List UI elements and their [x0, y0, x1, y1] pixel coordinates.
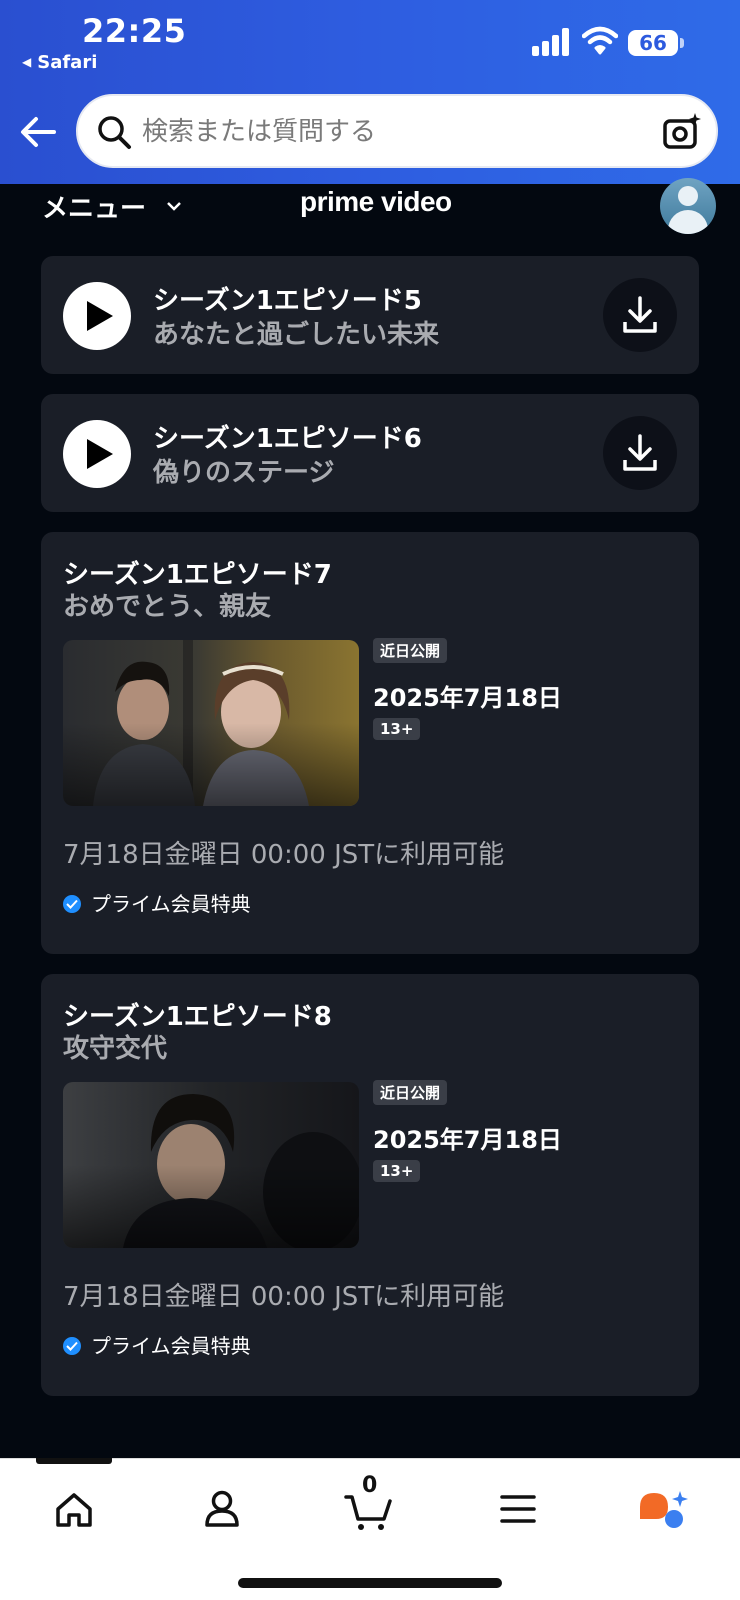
- rating-badge: 13+: [373, 718, 421, 740]
- home-icon: [56, 1493, 92, 1527]
- prime-benefit-label: プライム会員特典: [91, 892, 251, 916]
- chevron-down-icon: [167, 202, 181, 211]
- signal-icon: [532, 28, 569, 56]
- prime-video-nav: メニュー prime video: [0, 184, 740, 234]
- episode-card-8[interactable]: シーズン1エピソード8 攻守交代 近日公開 2025年7月18日 13+ 7月1…: [41, 974, 699, 1396]
- search-input[interactable]: [142, 112, 622, 152]
- episode-title: シーズン1エピソード5: [153, 286, 422, 316]
- prime-benefit: プライム会員特典: [63, 1330, 251, 1359]
- browser-header: 22:25 ◀ Safari 66: [0, 0, 740, 184]
- thumbnail-image: [63, 640, 359, 806]
- back-to-safari[interactable]: ◀ Safari: [22, 52, 97, 73]
- release-date: 2025年7月18日: [373, 684, 562, 712]
- check-icon: [63, 895, 81, 913]
- back-app-label: Safari: [37, 52, 98, 73]
- tab-home[interactable]: [44, 1479, 104, 1539]
- episode-card-5[interactable]: シーズン1エピソード5 あなたと過ごしたい未来: [41, 256, 699, 374]
- episode-subtitle: おめでとう、親友: [63, 592, 272, 622]
- avatar[interactable]: [660, 178, 716, 234]
- episode-card-7[interactable]: シーズン1エピソード7 おめでとう、親友 近日公開 2025年7月18日 13+…: [41, 532, 699, 954]
- home-indicator: [238, 1578, 502, 1588]
- prime-benefit: プライム会員特典: [63, 888, 251, 917]
- episode-subtitle: あなたと過ごしたい未来: [153, 320, 440, 350]
- tab-cart[interactable]: 0: [340, 1473, 400, 1539]
- account-icon: [205, 1490, 239, 1527]
- tab-menu[interactable]: [488, 1479, 548, 1539]
- download-button[interactable]: [603, 278, 677, 352]
- play-icon: [87, 301, 113, 331]
- episode-card-6[interactable]: シーズン1エピソード6 偽りのステージ: [41, 394, 699, 512]
- coming-soon-badge: 近日公開: [373, 1080, 448, 1105]
- play-button[interactable]: [63, 282, 131, 350]
- play-button[interactable]: [63, 420, 131, 488]
- rating-badge: 13+: [373, 1160, 421, 1182]
- download-icon: [623, 434, 657, 471]
- check-icon: [63, 1337, 81, 1355]
- prime-video-logo[interactable]: prime video: [300, 186, 452, 218]
- battery-tip: [680, 38, 684, 48]
- download-icon: [623, 296, 657, 333]
- menu-label: メニュー: [42, 194, 147, 224]
- search-box[interactable]: [76, 94, 718, 168]
- menu-icon: [500, 1495, 536, 1523]
- active-tab-indicator: [36, 1458, 112, 1464]
- menu-dropdown[interactable]: メニュー: [42, 188, 181, 225]
- status-time: 22:25: [82, 12, 187, 50]
- download-button[interactable]: [603, 416, 677, 490]
- episode-title: シーズン1エピソード6: [153, 424, 422, 454]
- cart-count: 0: [362, 1473, 378, 1498]
- camera-icon[interactable]: [662, 112, 702, 152]
- thumbnail-image: [63, 1082, 359, 1248]
- episode-subtitle: 攻守交代: [63, 1034, 168, 1064]
- episode-subtitle: 偽りのステージ: [153, 458, 335, 488]
- search-icon: [98, 116, 131, 149]
- battery-indicator: 66: [628, 30, 678, 56]
- episode-thumbnail[interactable]: [63, 1082, 359, 1248]
- tab-account[interactable]: [192, 1479, 252, 1539]
- wifi-icon: [582, 26, 618, 55]
- availability-text: 7月18日金曜日 00:00 JSTに利用可能: [63, 1282, 505, 1312]
- tab-rufus[interactable]: [636, 1479, 696, 1539]
- play-icon: [87, 439, 113, 469]
- episode-thumbnail[interactable]: [63, 640, 359, 806]
- prime-benefit-label: プライム会員特典: [91, 1334, 251, 1358]
- rufus-icon: [640, 1491, 688, 1528]
- availability-text: 7月18日金曜日 00:00 JSTに利用可能: [63, 840, 505, 870]
- back-arrow-icon[interactable]: [18, 112, 58, 152]
- release-date: 2025年7月18日: [373, 1126, 562, 1154]
- coming-soon-badge: 近日公開: [373, 638, 448, 663]
